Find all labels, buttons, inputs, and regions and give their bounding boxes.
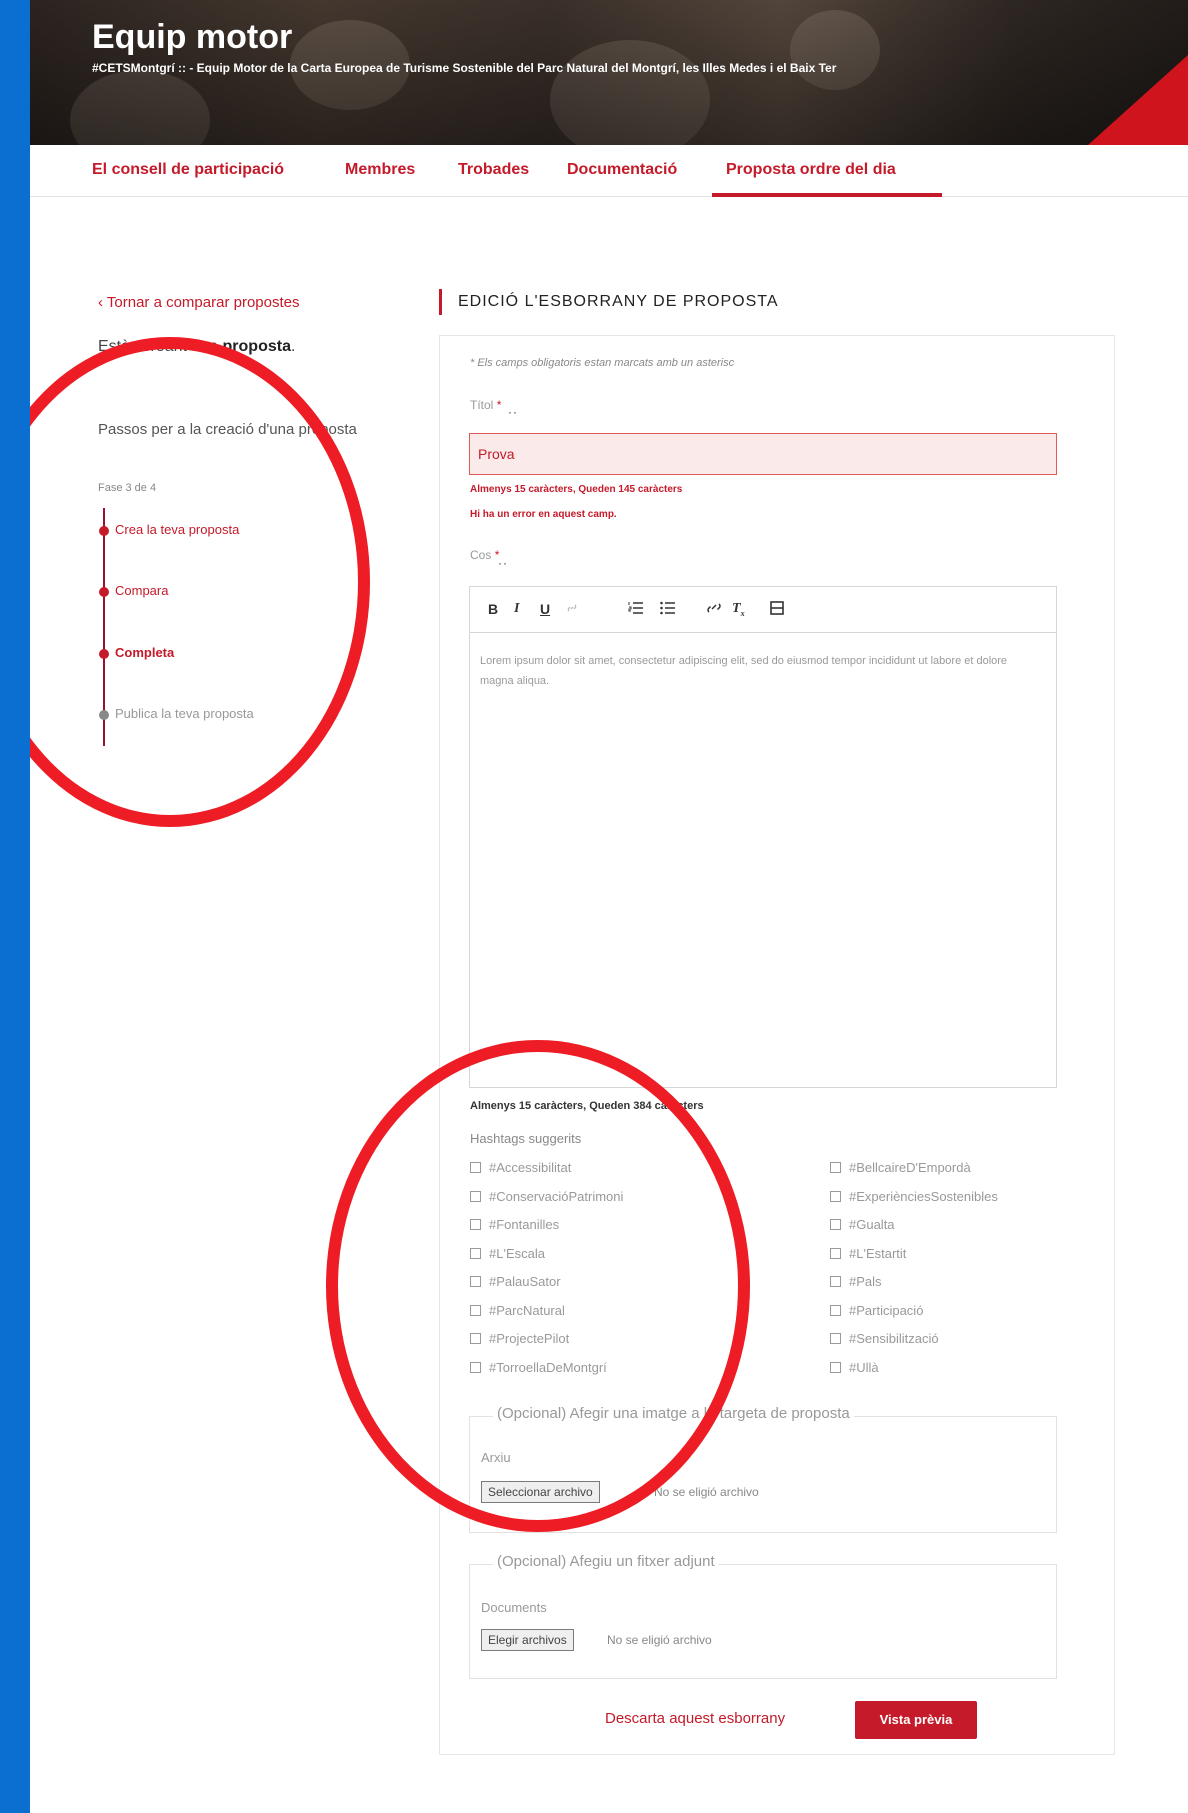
editor-body-text: Lorem ipsum dolor sit amet, consectetur … [480,655,1008,687]
title-char-counter: Almenys 15 caràcters, Queden 145 caràcte… [470,484,683,495]
required-fields-note: * Els camps obligatoris estan marcats am… [470,357,735,369]
attachment-file-status: No se eligió archivo [607,1633,712,1647]
hero-banner: Equip motor #CETSMontgrí :: - Equip Moto… [30,0,1188,145]
hashtag-checkbox[interactable] [830,1219,841,1230]
hashtag-label: #Participació [849,1302,924,1318]
link-icon[interactable] [566,601,578,617]
title-label: Títol * [470,398,502,412]
body-editor[interactable]: B I U Tx Lorem ipsum dolor sit amet, con… [469,586,1057,1088]
section-accent-bar [439,289,442,315]
tab-documentacio[interactable]: Documentació [567,161,677,179]
hashtag-option[interactable]: #Participació [830,1303,923,1318]
hashtag-label: #Ullà [849,1359,879,1375]
hashtag-checkbox[interactable] [830,1190,841,1202]
tab-trobades[interactable]: Trobades [458,161,529,179]
hashtag-option[interactable]: #L'Estartit [830,1246,906,1261]
hashtag-checkbox[interactable] [830,1247,841,1259]
hashtag-checkbox[interactable] [830,1162,841,1173]
hashtag-checkbox[interactable] [830,1361,841,1373]
tab-proposta-ordre[interactable]: Proposta ordre del dia [726,161,896,179]
title-input[interactable]: Prova [469,433,1057,475]
annotation-circle [30,337,370,827]
editor-toolbar: B I U Tx [470,587,1056,633]
body-label-dots: ·· [498,556,508,570]
section-title: EDICIÓ L'ESBORRANY DE PROPOSTA [458,293,779,310]
hashtag-option[interactable]: #ExperiènciesSostenibles [830,1189,998,1204]
hashtag-option[interactable]: #Gualta [830,1217,895,1232]
hashtag-label: #ExperiènciesSostenibles [849,1188,998,1204]
annotation-circle [326,1040,750,1532]
title-label-dots: ·· [508,405,518,419]
clear-format-icon[interactable]: Tx [732,601,745,618]
preview-button[interactable]: Vista prèvia [855,1701,977,1739]
active-tab-indicator [712,193,942,197]
bold-button[interactable]: B [488,601,498,617]
page-frame: Equip motor #CETSMontgrí :: - Equip Moto… [30,0,1188,1813]
tab-membres[interactable]: Membres [345,161,415,179]
image-file-status: No se eligió archivo [654,1485,759,1499]
title-error-message: Hi ha un error en aquest camp. [470,509,617,520]
hashtag-checkbox[interactable] [830,1333,841,1344]
unlink-icon[interactable] [706,601,722,618]
hashtag-label: #L'Estartit [849,1245,907,1261]
hashtag-label: #Pals [849,1274,882,1289]
attachment-select-button[interactable]: Elegir archivos [481,1629,574,1651]
attachment-legend: (Opcional) Afegiu un fitxer adjunt [493,1553,719,1570]
hashtag-label: #Gualta [849,1217,895,1232]
back-to-compare-link[interactable]: ‹ Tornar a comparar propostes [98,294,299,311]
video-icon[interactable] [770,601,784,618]
hashtag-label: #BellcaireD'Empordà [849,1160,971,1175]
hero-red-corner [1088,55,1188,145]
underline-button[interactable]: U [540,601,550,617]
attachment-field-label: Documents [481,1600,547,1615]
hashtag-label: #Sensibilització [849,1331,939,1346]
hashtag-checkbox[interactable] [830,1276,841,1287]
hashtag-option[interactable]: #Ullà [830,1360,879,1375]
hashtag-option[interactable]: #BellcaireD'Empordà [830,1160,971,1175]
bullet-list-icon[interactable] [660,601,676,618]
tab-consell[interactable]: El consell de participació [92,161,284,179]
italic-button[interactable]: I [514,601,519,617]
discard-draft-link[interactable]: Descarta aquest esborrany [605,1710,785,1727]
hashtag-option[interactable]: #Pals [830,1274,882,1289]
ordered-list-icon[interactable] [628,601,644,618]
hashtag-option[interactable]: #Sensibilització [830,1331,939,1346]
attachment-fieldset [469,1564,1057,1679]
process-nav: El consell de participació Membres Troba… [30,145,1188,197]
body-label: Cos * [470,548,500,562]
page-subtitle: #CETSMontgrí :: - Equip Motor de la Cart… [92,61,837,75]
hashtag-checkbox[interactable] [830,1304,841,1316]
page-title: Equip motor [92,18,293,56]
